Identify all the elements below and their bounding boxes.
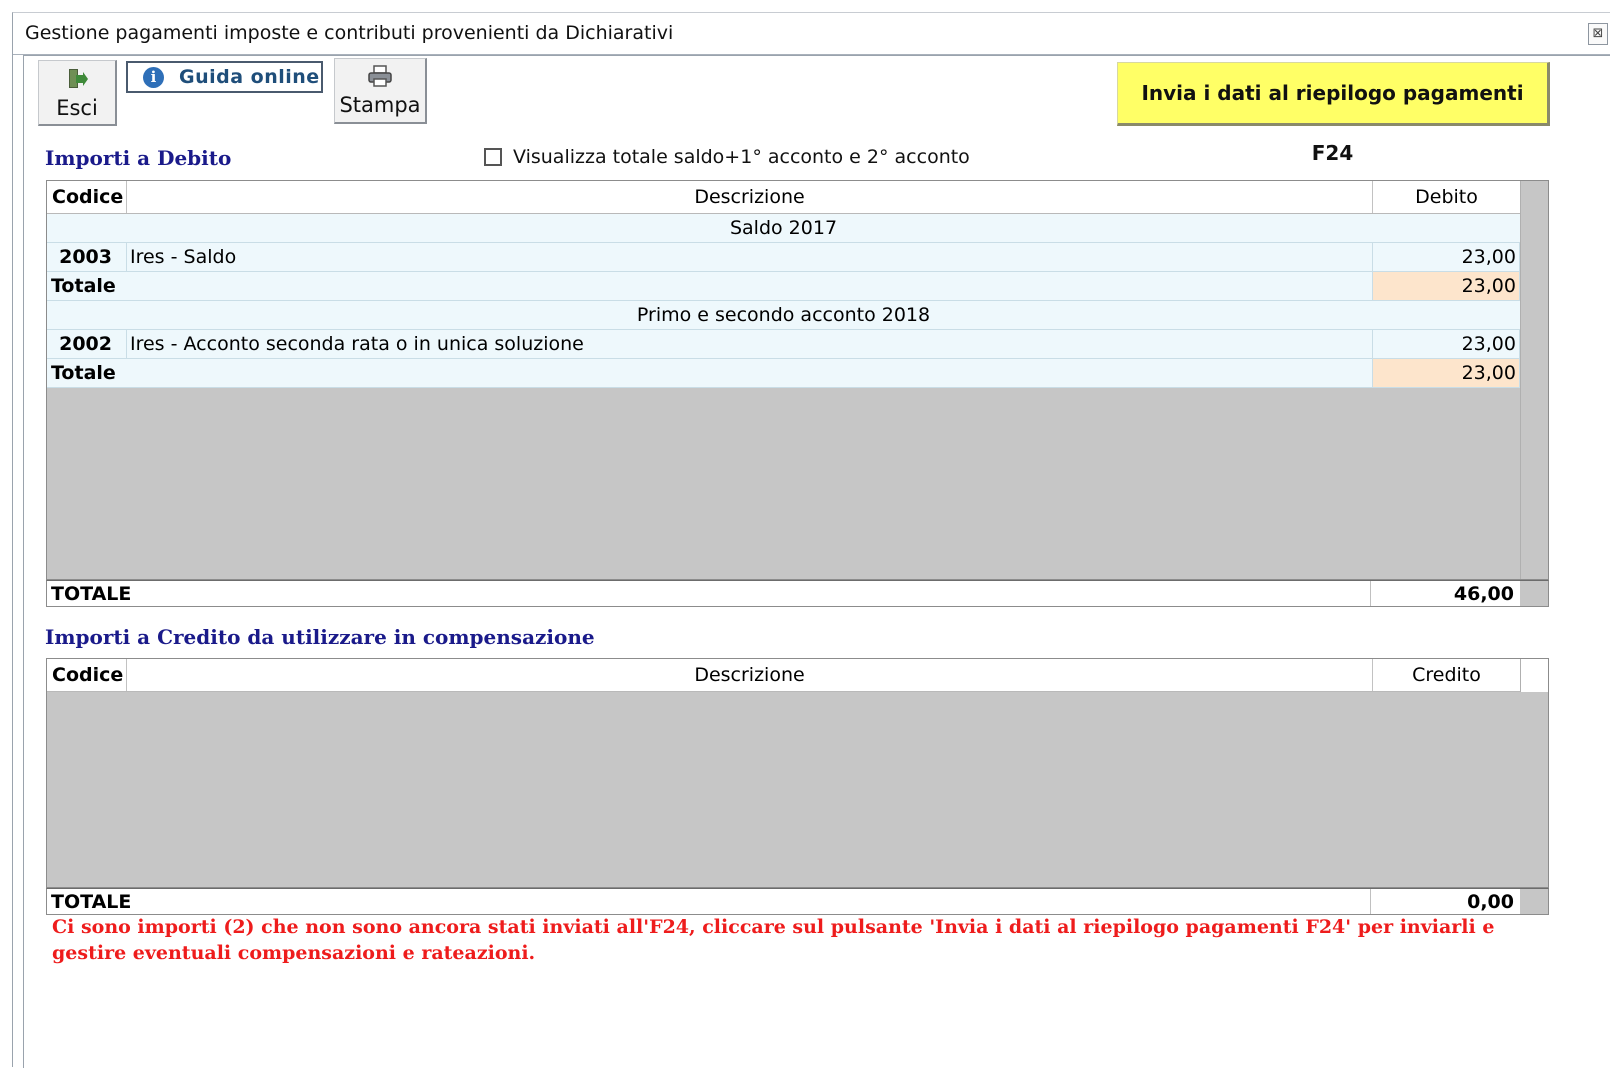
credit-section-title: Importi a Credito da utilizzare in compe…	[45, 625, 595, 649]
debit-total-value: 46,00	[1453, 583, 1514, 605]
credit-grid-header-filler	[1520, 659, 1548, 692]
exit-button[interactable]: Esci	[38, 60, 117, 126]
debit-amount: 23,00	[1373, 330, 1520, 358]
debit-grid-header: Codice Descrizione Debito	[47, 181, 1520, 214]
credit-grid: Codice Descrizione Credito	[46, 658, 1549, 888]
column-header-code[interactable]: Codice	[47, 181, 127, 213]
tax-description: Ires - Saldo	[127, 243, 1373, 271]
debit-total-bar: TOTALE 46,00	[46, 580, 1549, 607]
close-icon[interactable]: ⊠	[1588, 23, 1608, 45]
show-total-checkbox[interactable]	[484, 148, 502, 166]
print-button[interactable]: Stampa	[334, 58, 427, 124]
table-row[interactable]: 2002 Ires - Acconto seconda rata o in un…	[47, 330, 1520, 359]
group-label: Primo e secondo acconto 2018	[636, 304, 931, 326]
column-header-description[interactable]: Descrizione	[127, 659, 1373, 691]
info-icon: i	[143, 67, 164, 88]
table-row[interactable]: 2003 Ires - Saldo 23,00	[47, 243, 1520, 272]
group-header-row: Primo e secondo acconto 2018	[47, 301, 1520, 330]
group-total-amount: 23,00	[1373, 272, 1520, 300]
group-total-amount: 23,00	[1373, 359, 1520, 387]
printer-icon	[335, 64, 425, 94]
column-header-code[interactable]: Codice	[47, 659, 127, 691]
credit-grid-header: Codice Descrizione Credito	[47, 659, 1520, 692]
send-to-f24-button[interactable]: Invia i dati al riepilogo pagamenti F24	[1117, 62, 1550, 165]
tax-description: Ires - Acconto seconda rata o in unica s…	[127, 330, 1373, 358]
credit-total-value: 0,00	[1467, 891, 1514, 913]
debit-grid-scrollbar[interactable]	[1520, 181, 1548, 579]
tax-code: 2003	[47, 243, 127, 271]
scrollbar-filler	[1520, 889, 1548, 914]
exit-icon	[39, 67, 115, 97]
dialog-window: Gestione pagamenti imposte e contributi …	[12, 12, 1610, 1068]
tax-code: 2002	[47, 330, 127, 358]
show-total-checkbox-label: Visualizza totale saldo+1° acconto e 2° …	[513, 146, 970, 168]
scrollbar-filler	[1520, 581, 1548, 606]
credit-total-label: TOTALE	[51, 891, 132, 913]
window-title: Gestione pagamenti imposte e contributi …	[25, 22, 674, 44]
credit-total-bar: TOTALE 0,00	[46, 888, 1549, 915]
group-total-row: Totale 23,00	[47, 272, 1520, 301]
debit-grid: Codice Descrizione Debito Saldo 2017 200…	[46, 180, 1549, 580]
group-header-row: Saldo 2017	[47, 214, 1520, 243]
group-total-row: Totale 23,00	[47, 359, 1520, 388]
group-total-label: Totale	[47, 359, 1373, 387]
exit-label: Esci	[56, 96, 98, 120]
column-header-debit[interactable]: Debito	[1373, 181, 1520, 213]
title-bar: Gestione pagamenti imposte e contributi …	[13, 13, 1610, 55]
debit-amount: 23,00	[1373, 243, 1520, 271]
debit-section-title: Importi a Debito	[45, 146, 232, 170]
dialog-body: Esci i Guida online Stampa Invia i dati …	[23, 55, 1610, 1068]
column-header-description[interactable]: Descrizione	[127, 181, 1373, 213]
debit-total-label: TOTALE	[51, 583, 132, 605]
column-header-credit[interactable]: Credito	[1373, 659, 1520, 691]
print-label: Stampa	[339, 93, 421, 117]
warning-message: Ci sono importi (2) che non sono ancora …	[52, 916, 1495, 964]
online-guide-label: Guida online	[179, 66, 320, 88]
group-total-label: Totale	[47, 272, 1373, 300]
online-guide-button[interactable]: i Guida online	[126, 61, 323, 93]
group-label: Saldo 2017	[729, 217, 838, 239]
